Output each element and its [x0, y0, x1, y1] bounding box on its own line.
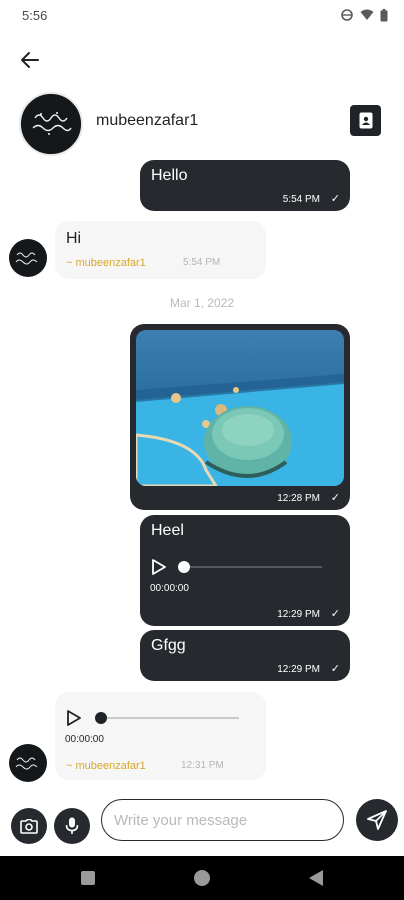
circle-icon: [194, 870, 210, 886]
system-navigation-bar: [0, 856, 404, 900]
audio-duration: 00:00:00: [150, 583, 189, 594]
status-bar: 5:56: [0, 0, 404, 32]
status-time: 5:56: [22, 8, 48, 23]
send-icon: [367, 810, 387, 830]
avatar-calligraphy-image: [15, 252, 38, 265]
message-bubble-outgoing[interactable]: Hello 5:54 PM ✓: [140, 160, 350, 211]
date-separator: Mar 1, 2022: [169, 296, 235, 310]
message-text: Hello: [151, 167, 188, 184]
avatar-calligraphy-image: [21, 94, 81, 154]
microphone-icon: [65, 817, 79, 834]
message-time: 12:31 PM: [181, 760, 224, 771]
avatar-calligraphy-image: [15, 757, 38, 770]
message-time: 12:29 PM: [277, 664, 320, 675]
message-time: 5:54 PM: [282, 194, 320, 205]
message-input[interactable]: [101, 799, 344, 841]
sent-check-icon: ✓: [330, 608, 340, 620]
message-bubble-audio-incoming[interactable]: 00:00:00 ~ mubeenzafar1 12:31 PM: [55, 692, 266, 780]
sent-check-icon: ✓: [330, 492, 340, 504]
microphone-button[interactable]: [54, 808, 90, 844]
message-photo[interactable]: [136, 330, 344, 486]
message-time: 12:28 PM: [277, 493, 320, 504]
sender-avatar[interactable]: [9, 239, 47, 277]
sender-name: ~ mubeenzafar1: [66, 760, 146, 772]
audio-progress-track[interactable]: [182, 566, 322, 568]
play-icon[interactable]: [65, 709, 83, 727]
message-text: Gfgg: [151, 637, 186, 654]
message-bubble-audio[interactable]: Heel 00:00:00 12:29 PM ✓: [140, 515, 350, 626]
arrow-left-icon: [21, 52, 39, 68]
audio-duration: 00:00:00: [65, 734, 104, 745]
cast-icon: [341, 9, 353, 21]
message-text: Heel: [151, 522, 184, 539]
recents-button[interactable]: [78, 868, 98, 888]
message-bubble-image[interactable]: 12:28 PM ✓: [130, 324, 350, 510]
wifi-icon: [360, 9, 374, 20]
status-icons: [340, 8, 388, 22]
message-composer: [0, 790, 404, 854]
contact-info-button[interactable]: [350, 105, 381, 136]
square-icon: [81, 871, 95, 885]
photo-image: [136, 330, 344, 486]
home-button[interactable]: [192, 868, 212, 888]
triangle-back-icon: [309, 870, 323, 886]
back-button[interactable]: [14, 46, 46, 74]
contact-name[interactable]: mubeenzafar1: [96, 112, 198, 130]
audio-progress-track[interactable]: [99, 717, 239, 719]
message-bubble-outgoing[interactable]: Gfgg 12:29 PM ✓: [140, 630, 350, 681]
contact-avatar[interactable]: [19, 92, 83, 156]
message-bubble-incoming[interactable]: Hi ~ mubeenzafar1 5:54 PM: [55, 221, 266, 279]
sent-check-icon: ✓: [330, 663, 340, 675]
sender-name: ~ mubeenzafar1: [66, 257, 146, 269]
battery-icon: [380, 8, 388, 21]
send-button[interactable]: [356, 799, 398, 841]
audio-seek-handle[interactable]: [95, 712, 107, 724]
message-text: Hi: [66, 230, 82, 247]
sent-check-icon: ✓: [330, 193, 340, 205]
message-time: 12:29 PM: [277, 609, 320, 620]
play-icon[interactable]: [150, 558, 168, 576]
audio-seek-handle[interactable]: [178, 561, 190, 573]
camera-icon: [20, 818, 38, 834]
message-time: 5:54 PM: [183, 257, 221, 268]
contact-card-icon: [359, 112, 372, 129]
camera-button[interactable]: [11, 808, 47, 844]
sender-avatar[interactable]: [9, 744, 47, 782]
back-nav-button[interactable]: [306, 868, 326, 888]
